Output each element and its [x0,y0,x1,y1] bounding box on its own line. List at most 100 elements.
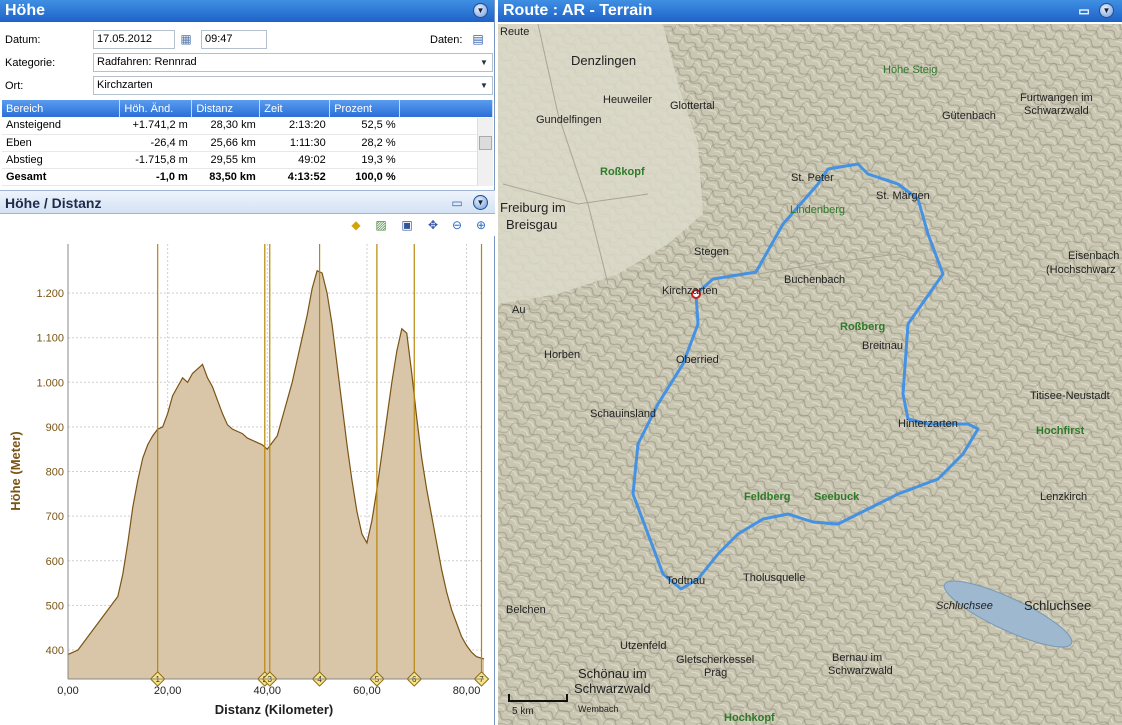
route-panel-header: Route : AR - Terrain ▭ ▼ [498,0,1122,22]
chart-view-icon[interactable]: ▨ [373,217,389,233]
map-label: Buchenbach [784,274,846,286]
map-label: Schwarzwald [828,665,893,677]
map-label: Roßberg [840,321,886,333]
column-header[interactable]: Höh. Änd. [119,100,193,117]
route-panel-title: Route : AR - Terrain [503,2,653,19]
map-label: St. Märgen [876,190,930,202]
map-label: Hinterzarten [898,418,958,430]
table-cell: 25,66 km [191,134,260,152]
map-label: Tholusquelle [743,572,806,584]
map-label: Stegen [694,246,729,258]
column-header[interactable]: Zeit [259,100,331,117]
table-cell: 52,5 % [329,117,400,135]
map-label: Reute [500,26,530,38]
elevation-area [68,270,484,679]
table-header-row: Bereich Höh. Änd. Distanz Zeit Prozent [2,100,493,117]
chart-toolbar: ◆ ▨ ▣ ✥ ⊖ ⊕ [0,214,495,236]
marker-diamond-icon[interactable]: ◆ [348,217,364,233]
x-tick-label: 0,00 [57,685,78,697]
map-label: Schwarzwald [1024,105,1089,117]
map-label: Au [512,304,526,316]
table-cell: Eben [2,134,120,152]
table-total-row[interactable]: Gesamt -1,0 m 83,50 km 4:13:52 100,0 % [2,168,493,186]
map-label: (Hochschwarz [1046,264,1116,276]
data-sources-icon[interactable]: ▤ [470,31,486,47]
date-label: Datum: [5,34,41,46]
zoom-in-icon[interactable]: ⊕ [473,217,489,233]
table-cell: 28,2 % [329,134,400,152]
map-label: St. Peter [791,172,834,184]
column-header[interactable]: Distanz [191,100,261,117]
table-cell: -1,0 m [119,168,192,186]
category-label: Kategorie: [5,57,56,69]
map-label: Wembach [578,704,619,714]
scale-label: 5 km [512,706,534,717]
map-label: Denzlingen [571,53,637,68]
map-label: Schwarzwald [574,681,651,696]
category-value: Radfahren: Rennrad [97,56,197,68]
table-cell: 83,50 km [191,168,260,186]
zoom-fit-icon[interactable]: ✥ [425,217,441,233]
chevron-down-icon[interactable]: ▼ [476,54,492,71]
time-field[interactable]: 09:47 [201,30,267,49]
table-cell: 2:13:20 [259,117,330,135]
map-label: Schauinsland [590,408,657,420]
panel-title: Höhe [5,2,45,19]
place-row: Ort: Kirchzarten ▼ [0,76,495,96]
table-row[interactable]: Abstieg -1.715,8 m 29,55 km 49:02 19,3 % [2,151,493,169]
table-cell: 4:13:52 [259,168,330,186]
table-cell: 1:11:30 [259,134,330,152]
table-scrollbar[interactable] [477,118,493,186]
table-cell: 28,30 km [191,117,260,135]
calendar-icon[interactable]: ▦ [178,31,194,47]
y-tick-label: 600 [46,556,64,568]
layout-toggle-icon[interactable]: ▭ [449,195,465,211]
zoom-out-icon[interactable]: ⊖ [449,217,465,233]
table-row[interactable]: Eben -26,4 m 25,66 km 1:11:30 28,2 % [2,134,493,152]
save-icon[interactable]: ▣ [399,217,415,233]
map-label: Schönau im [578,666,647,681]
map-label: Gletscherkessel [676,654,755,666]
chart-area [67,269,485,679]
panel-menu-icon[interactable]: ▼ [473,3,488,18]
map-label: Eisenbach [1068,250,1120,262]
elevation-chart[interactable]: 1234567 4005006007008009001.0001.1001.20… [0,236,495,725]
map-label: Roßkopf [600,166,645,178]
map-label: Feldberg [744,491,791,503]
map-label: Kirchzarten [662,285,718,297]
map-label: Glottertal [670,100,715,112]
y-tick-label: 700 [46,511,64,523]
map-label: Lenzkirch [1040,491,1088,503]
map-label: Bernau im [832,652,883,664]
column-header[interactable]: Prozent [329,100,401,117]
date-field[interactable]: 17.05.2012 [93,30,175,49]
map-label: Breisgau [506,217,558,232]
map-label: Schluchsee [936,600,993,612]
scrollbar-thumb[interactable] [479,136,492,150]
layout-toggle-icon[interactable]: ▭ [1076,3,1092,19]
map-label: Utzenfeld [620,640,667,652]
table-row[interactable]: Ansteigend +1.741,2 m 28,30 km 2:13:20 5… [2,117,493,135]
date-row: Datum: 17.05.2012 ▦ 09:47 Daten: ▤ [0,30,495,50]
map-label: Oberried [676,354,719,366]
place-label: Ort: [5,80,24,92]
chart-menu-icon[interactable]: ▼ [473,195,488,210]
elevation-panel-header: Höhe ▼ [0,0,494,22]
map-label: Lindenberg [790,204,846,216]
y-tick-label: 1.100 [36,333,64,345]
x-tick-label: 20,00 [154,685,182,697]
place-select[interactable]: Kirchzarten ▼ [93,76,493,95]
scale-bar [508,694,568,702]
column-header[interactable]: Bereich [2,100,121,117]
y-axis-title: Höhe (Meter) [8,431,23,510]
table-cell: Abstieg [2,151,120,169]
chevron-down-icon[interactable]: ▼ [476,77,492,94]
x-tick-label: 80,00 [453,685,481,697]
table-cell: +1.741,2 m [119,117,192,135]
terrain-map[interactable]: Reute Denzlingen Heuweiler Glottertal Gu… [498,24,1122,725]
category-select[interactable]: Radfahren: Rennrad ▼ [93,53,493,72]
map-menu-icon[interactable]: ▼ [1099,3,1114,18]
map-label: Belchen [506,604,546,616]
map-label: Breitnau [862,340,903,352]
category-row: Kategorie: Radfahren: Rennrad ▼ [0,53,495,73]
